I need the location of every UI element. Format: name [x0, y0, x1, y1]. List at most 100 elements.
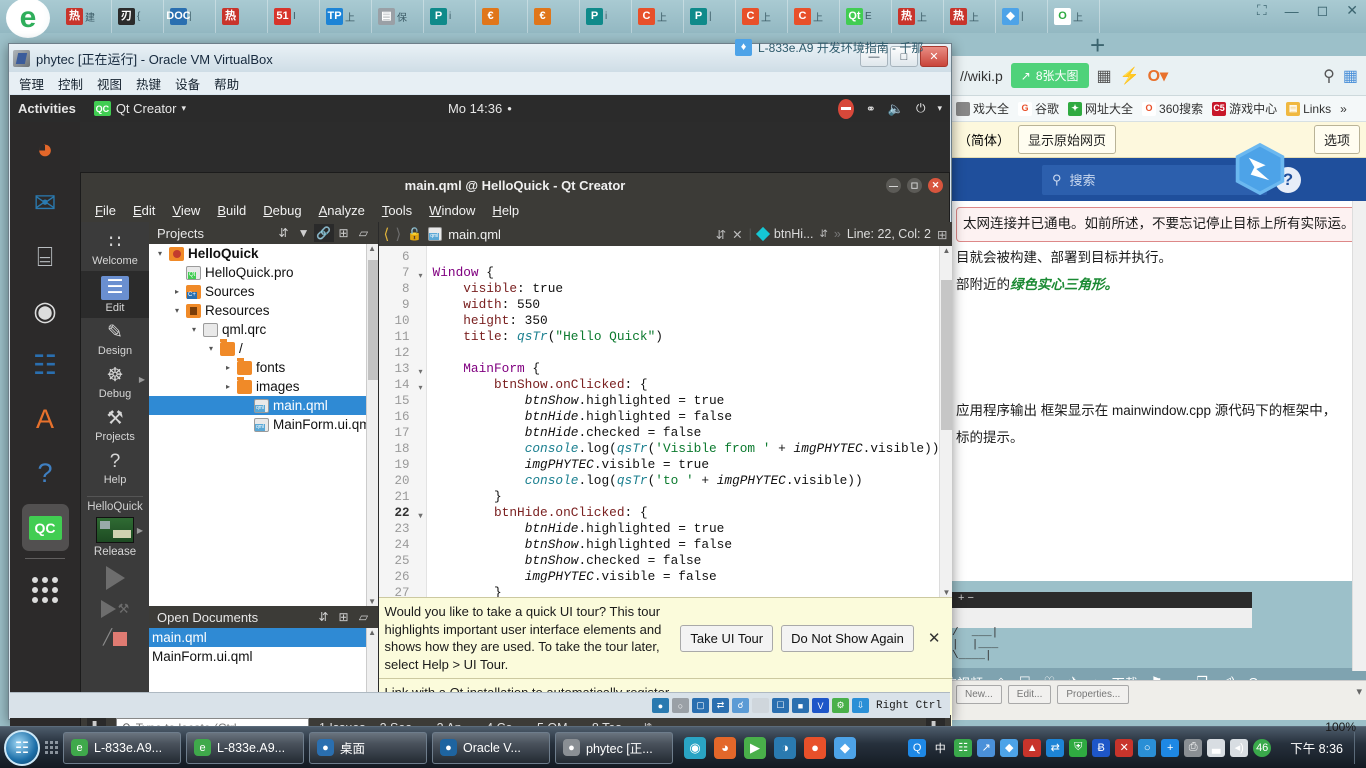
- symbol-combo[interactable]: btnHi...: [774, 227, 814, 241]
- code-line[interactable]: }: [433, 489, 940, 505]
- apps-grid-icon[interactable]: ▦: [1343, 66, 1358, 86]
- tree-item-images[interactable]: ▸ images: [149, 376, 378, 396]
- libreoffice-impress-icon[interactable]: ☷: [22, 342, 69, 389]
- dialog-button[interactable]: Properties...: [1057, 685, 1130, 704]
- qtc-menu-item-debug[interactable]: Debug: [263, 203, 301, 218]
- browser-tab-strip[interactable]: e 热建刃{DOC | 热 51 I TP 上 ▤ 保 Pi € € Pi C 上 P | C 上 C 上 Qt E 热上热上…: [0, 0, 1366, 60]
- floppy-icon[interactable]: ▢: [691, 698, 709, 713]
- gnome-top-bar[interactable]: Activities QC Qt Creator ▾ Mo 14:36 ● ⚭ …: [10, 95, 950, 122]
- qt-creator-window-controls[interactable]: — ◻ ✕: [886, 178, 943, 193]
- close-pane-icon[interactable]: ▱: [354, 608, 374, 626]
- qtc-minimize-button[interactable]: —: [886, 178, 901, 193]
- signal-icon[interactable]: ▃: [1207, 738, 1226, 757]
- tree-item--[interactable]: ▾ /: [149, 338, 378, 358]
- bookmark-item[interactable]: O 360搜索: [1142, 100, 1203, 117]
- bird-icon[interactable]: ◆: [834, 736, 856, 759]
- taskbar-item[interactable]: e L-833e.A9...: [63, 731, 181, 764]
- bluetooth-icon[interactable]: Ƀ: [1092, 738, 1111, 757]
- code-line[interactable]: btnShow.highlighted = true: [433, 393, 940, 409]
- volume-icon[interactable]: 🔈: [888, 101, 904, 117]
- bookmark-item[interactable]: ✦ 网址大全: [1068, 100, 1133, 117]
- qtc-menu-item-file[interactable]: File: [95, 203, 116, 218]
- taskbar-handle[interactable]: [45, 741, 58, 754]
- build-button-icon[interactable]: ╱: [103, 628, 128, 646]
- browser-tab[interactable]: 热上: [892, 0, 944, 33]
- code-line[interactable]: btnShow.checked = false: [433, 553, 940, 569]
- qtc-close-button[interactable]: ✕: [928, 178, 943, 193]
- firefox-icon[interactable]: ◕: [714, 736, 736, 759]
- qtc-menu-item-build[interactable]: Build: [217, 203, 246, 218]
- virtualbox-menu-bar[interactable]: 管理 控制 视图 热键 设备 帮助: [9, 72, 951, 94]
- browser-bookmarks-bar[interactable]: 戏大全 G 谷歌 ✦ 网址大全 O 360搜索 C5 游戏中心 ▤ Links »: [952, 96, 1366, 122]
- browser-minimize-icon[interactable]: —: [1285, 3, 1299, 19]
- rhythmbox-icon[interactable]: ◉: [22, 288, 69, 335]
- mode-help[interactable]: ? Help: [81, 447, 149, 490]
- tree-twisty-icon[interactable]: ▾: [189, 325, 199, 334]
- browser-tab[interactable]: 热建: [60, 0, 112, 33]
- scroll-up-arrow-icon[interactable]: ▲: [367, 244, 378, 253]
- code-line[interactable]: Window {: [433, 265, 940, 281]
- tree-item-helloquick[interactable]: ▾ HelloQuick: [149, 244, 378, 263]
- tree-item-sources[interactable]: ▸ Sources: [149, 282, 378, 301]
- mouse-integration-icon[interactable]: V: [811, 698, 829, 713]
- editor-scrollbar[interactable]: ▲ ▼: [939, 246, 953, 598]
- close-icon[interactable]: ✕: [922, 629, 947, 647]
- browser-tab[interactable]: €: [528, 0, 580, 33]
- files-icon[interactable]: ⌸: [22, 234, 69, 281]
- volume-icon[interactable]: ◂): [1230, 738, 1249, 757]
- browser-tab[interactable]: Pi: [580, 0, 632, 33]
- scroll-up-arrow-icon[interactable]: ▲: [367, 628, 378, 637]
- translate-options-button[interactable]: 选项: [1313, 125, 1360, 154]
- scroll-thumb[interactable]: [367, 260, 378, 380]
- system-tray[interactable]: Q 中 ☷ ↗ ◆ ▲ ⇄ ⛨ Ƀ ✕ ○ + ⎙ ▃ ◂) 46: [908, 738, 1279, 757]
- browser-tab[interactable]: C上: [736, 0, 788, 33]
- open-document-item[interactable]: main.qml: [149, 628, 378, 647]
- code-line[interactable]: console.log(qsTr('Visible from ' + imgPH…: [433, 441, 940, 457]
- browser-tab[interactable]: O上: [1048, 0, 1100, 33]
- tree-item-main-qml[interactable]: main.qml: [149, 396, 378, 415]
- notification-button[interactable]: Do Not Show Again: [781, 624, 914, 652]
- network-icon[interactable]: ⇄: [711, 698, 729, 713]
- page-scrollbar[interactable]: [1352, 201, 1366, 671]
- kit-selector[interactable]: ▶: [96, 517, 143, 543]
- bookmark-item[interactable]: 戏大全: [956, 100, 1009, 117]
- code-line[interactable]: imgPHYTEC.visible = false: [433, 569, 940, 585]
- sort-icon[interactable]: ⇵: [314, 608, 334, 626]
- virtualbox-status-bar[interactable]: ● ○ ▢ ⇄ ☌ ☐ ■ V ⚙ ⇩ Right Ctrl: [10, 692, 950, 718]
- qq-input-icon[interactable]: Q: [908, 738, 927, 757]
- code-line[interactable]: btnHide.highlighted = true: [433, 521, 940, 537]
- qt-creator-menu-bar[interactable]: File Edit View Build Debug Analyze Tools Window…: [81, 198, 949, 222]
- printer-icon[interactable]: ⎙: [1184, 738, 1203, 757]
- start-button[interactable]: ☷: [4, 729, 40, 766]
- activities-button[interactable]: Activities: [18, 101, 76, 116]
- app-menu-name[interactable]: Qt Creator: [116, 101, 177, 116]
- ubuntu-dock[interactable]: ◕ ✉ ⌸ ◉ ☷ A? QC: [10, 122, 80, 741]
- qt-creator-window[interactable]: main.qml @ HelloQuick - Qt Creator — ◻ ✕…: [80, 172, 953, 742]
- tree-item-mainform-ui-qml[interactable]: MainForm.ui.qml: [149, 415, 378, 434]
- editor-list-icon[interactable]: ⇵: [716, 227, 726, 242]
- code-line[interactable]: btnHide.highlighted = false: [433, 409, 940, 425]
- dialog-button[interactable]: New...: [956, 685, 1002, 704]
- browser-icon[interactable]: ◑: [774, 736, 796, 759]
- code-editor[interactable]: 6 7 ▾ 8 9 10 11 12 13 ▾ 14 ▾ 15 16 17 18 19 20 21 22 ▾ 23 24 25…: [378, 246, 953, 598]
- cd-icon[interactable]: ○: [671, 698, 689, 713]
- taskbar-item[interactable]: ● phytec [正...: [555, 731, 673, 764]
- code-line[interactable]: btnShow.onClicked: {: [433, 377, 940, 393]
- help-icon[interactable]: ?: [22, 450, 69, 497]
- code-line[interactable]: btnShow.highlighted = false: [433, 537, 940, 553]
- browser-skin-icon[interactable]: ⛶: [1257, 2, 1267, 19]
- code-line[interactable]: title: qsTr("Hello Quick"): [433, 329, 940, 345]
- battery-icon[interactable]: ⏻: [916, 101, 926, 116]
- scroll-down-arrow-icon[interactable]: ▼: [367, 597, 378, 606]
- bookmark-item[interactable]: »: [1340, 102, 1347, 116]
- code-line[interactable]: }: [433, 585, 940, 597]
- shared-folder-icon[interactable]: [751, 698, 769, 713]
- windows-taskbar[interactable]: ☷ e L-833e.A9... e L-833e.A9... ● 桌面 ● Oracle V…: [0, 726, 1366, 768]
- browser-close-icon[interactable]: ✕: [1346, 2, 1358, 19]
- x-red-icon[interactable]: ✕: [1115, 738, 1134, 757]
- browser-tab[interactable]: €: [476, 0, 528, 33]
- split-icon[interactable]: ⊞: [334, 608, 354, 626]
- tree-twisty-icon[interactable]: ▸: [223, 382, 233, 391]
- qr-icon[interactable]: ▦: [1097, 66, 1112, 86]
- bookmark-item[interactable]: ▤ Links: [1286, 101, 1331, 116]
